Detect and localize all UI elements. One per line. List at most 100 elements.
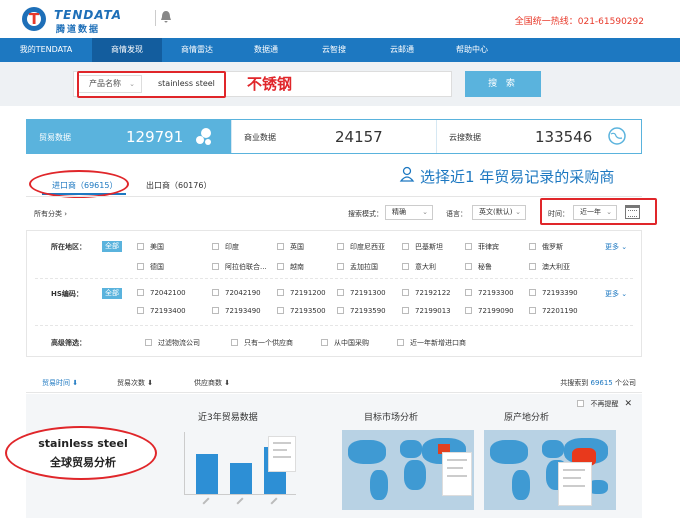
bar[interactable] — [230, 463, 252, 494]
checkbox[interactable] — [231, 339, 238, 346]
hs-option[interactable]: 72193400 — [137, 307, 186, 315]
checkbox[interactable] — [137, 307, 144, 314]
checkbox[interactable] — [137, 289, 144, 296]
checkbox[interactable] — [212, 263, 219, 270]
checkbox[interactable] — [337, 289, 344, 296]
region-option[interactable]: 美国 — [137, 242, 164, 252]
checkbox[interactable] — [212, 289, 219, 296]
all-categories-link[interactable]: 所有分类 › — [34, 209, 67, 219]
region-option[interactable]: 秘鲁 — [465, 262, 492, 272]
close-icon[interactable]: ✕ — [624, 399, 632, 409]
checkbox[interactable] — [529, 263, 536, 270]
hs-option[interactable]: 72193500 — [277, 307, 326, 315]
target-market-map[interactable] — [342, 430, 474, 510]
search-button[interactable]: 搜 索 — [465, 71, 541, 97]
hs-option[interactable]: 72193490 — [212, 307, 261, 315]
checkbox[interactable] — [529, 307, 536, 314]
nav-item-help-center[interactable]: 帮助中心 — [436, 38, 508, 62]
region-option[interactable]: 意大利 — [402, 262, 436, 272]
checkbox[interactable] — [337, 307, 344, 314]
origin-map[interactable] — [484, 430, 616, 510]
hs-option[interactable]: 72193390 — [529, 289, 578, 297]
advanced-option[interactable]: 只有一个供应商 — [231, 338, 293, 348]
bar[interactable] — [196, 454, 218, 494]
advanced-option[interactable]: 从中国采购 — [321, 338, 369, 348]
checkbox[interactable] — [137, 263, 144, 270]
checkbox[interactable] — [337, 263, 344, 270]
checkbox[interactable] — [465, 307, 472, 314]
stat-business-data[interactable]: 商业数据 24157 — [232, 120, 437, 153]
checkbox[interactable] — [402, 263, 409, 270]
hs-option[interactable]: 72201190 — [529, 307, 578, 315]
no-remind-option[interactable]: 不再提醒 ✕ — [577, 399, 632, 409]
region-more-link[interactable]: 更多 ⌄ — [605, 242, 627, 252]
region-option[interactable]: 德国 — [137, 262, 164, 272]
region-option[interactable]: 俄罗斯 — [529, 242, 563, 252]
region-option[interactable]: 澳大利亚 — [529, 262, 570, 272]
checkbox[interactable] — [137, 243, 144, 250]
checkbox[interactable] — [212, 307, 219, 314]
hs-option[interactable]: 72042100 — [137, 289, 186, 297]
checkbox[interactable] — [465, 243, 472, 250]
language-select[interactable]: 英文(默认) ⌄ — [472, 205, 526, 220]
tab-exporters[interactable]: 出口商（60176） — [146, 180, 211, 191]
checkbox[interactable] — [145, 339, 152, 346]
region-option[interactable]: 越南 — [277, 262, 304, 272]
region-option[interactable]: 孟加拉国 — [337, 262, 378, 272]
region-option[interactable]: 巴基斯坦 — [402, 242, 443, 252]
advanced-option[interactable]: 过滤物流公司 — [145, 338, 200, 348]
all-categories-label: 所有分类 — [34, 210, 62, 218]
sort-by-supplier-count[interactable]: 供应商数 ⬇ — [194, 378, 230, 388]
nav-item-cloud-search[interactable]: 云智搜 — [300, 38, 368, 62]
region-option[interactable]: 英国 — [277, 242, 304, 252]
checkbox[interactable] — [402, 289, 409, 296]
sort-by-trade-time[interactable]: 贸易时间 ⬇ — [42, 378, 78, 388]
checkbox[interactable] — [337, 243, 344, 250]
checkbox[interactable] — [212, 243, 219, 250]
hs-more-link[interactable]: 更多 ⌄ — [605, 289, 627, 299]
hs-option[interactable]: 72191200 — [277, 289, 326, 297]
region-option[interactable]: 印度 — [212, 242, 239, 252]
search-mode-select[interactable]: 精确 ⌄ — [385, 205, 433, 220]
region-option[interactable]: 阿拉伯联合... — [212, 262, 267, 272]
nav-item-data-pass[interactable]: 数据通 — [232, 38, 300, 62]
result-count-number: 69615 — [590, 379, 613, 387]
checkbox[interactable] — [529, 243, 536, 250]
region-option[interactable]: 菲律宾 — [465, 242, 499, 252]
checkbox[interactable] — [277, 243, 284, 250]
search-mode-label: 搜索模式： — [348, 210, 383, 218]
hs-all-button[interactable]: 全部 — [102, 288, 122, 299]
nav-item-my-tendata[interactable]: 我的TENDATA — [0, 38, 92, 62]
checkbox[interactable] — [277, 289, 284, 296]
nav-item-trade-discovery[interactable]: 商情发现 — [92, 38, 162, 62]
hs-option[interactable]: 72193590 — [337, 307, 386, 315]
hs-option-label: 72193400 — [150, 307, 186, 315]
advanced-option[interactable]: 近一年新增进口商 — [397, 338, 466, 348]
checkbox[interactable] — [402, 307, 409, 314]
checkbox[interactable] — [529, 289, 536, 296]
hs-option[interactable]: 72042190 — [212, 289, 261, 297]
nav-item-trade-radar[interactable]: 商情雷达 — [162, 38, 232, 62]
checkbox[interactable] — [402, 243, 409, 250]
checkbox[interactable] — [577, 400, 585, 407]
hs-option[interactable]: 72199013 — [402, 307, 451, 315]
map-tooltip — [558, 462, 592, 506]
region-option[interactable]: 印度尼西亚 — [337, 242, 385, 252]
bell-icon[interactable] — [155, 10, 171, 26]
stat-cloud-search-data[interactable]: 云搜数据 133546 — [437, 120, 641, 153]
hs-option[interactable]: 72199090 — [465, 307, 514, 315]
checkbox[interactable] — [465, 289, 472, 296]
sort-by-trade-count[interactable]: 贸易次数 ⬇ — [117, 378, 153, 388]
stat-trade-data[interactable]: 贸易数据 129791 — [27, 120, 232, 153]
hs-option[interactable]: 72193300 — [465, 289, 514, 297]
region-all-button[interactable]: 全部 — [102, 241, 122, 252]
checkbox[interactable] — [397, 339, 404, 346]
checkbox[interactable] — [277, 263, 284, 270]
tendata-logo[interactable]: T TENDATA 腾道数据 — [22, 7, 142, 35]
hs-option[interactable]: 72191300 — [337, 289, 386, 297]
nav-item-cloud-mail[interactable]: 云邮通 — [368, 38, 436, 62]
checkbox[interactable] — [465, 263, 472, 270]
hs-option[interactable]: 72192122 — [402, 289, 451, 297]
checkbox[interactable] — [277, 307, 284, 314]
checkbox[interactable] — [321, 339, 328, 346]
